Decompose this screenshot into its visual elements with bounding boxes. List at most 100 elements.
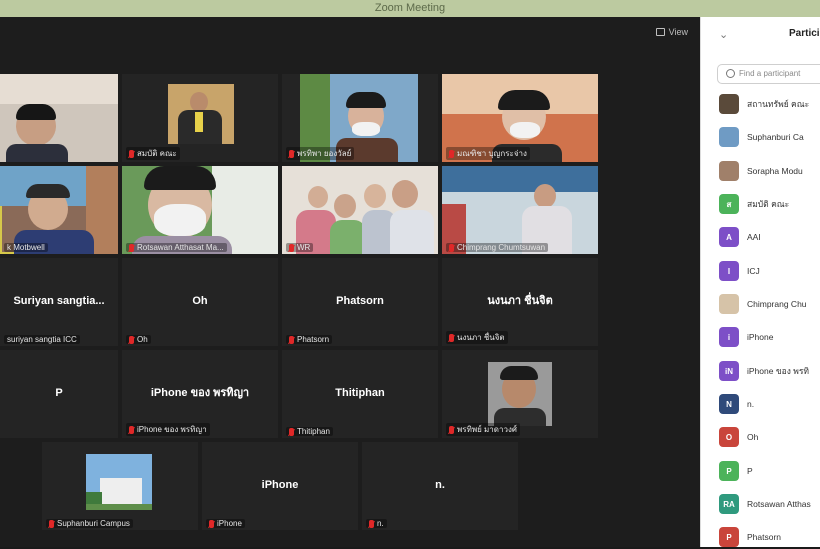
participant-shirt <box>6 144 68 162</box>
participant-hair <box>26 184 70 198</box>
participant-row[interactable]: สถานทรัพย์ คณะ <box>719 92 820 116</box>
group-member-face <box>392 180 418 208</box>
participant-avatar: RA <box>719 494 739 514</box>
muted-mic-icon <box>289 427 294 436</box>
participant-hair <box>346 92 386 108</box>
face-mask <box>510 122 540 138</box>
participant-face <box>190 92 208 112</box>
participant-display-name: Suriyan sangtia... <box>13 294 105 307</box>
participant-name-label: พรทิพย์ มาดาวงศ์ <box>446 423 520 436</box>
video-tile-camera-off[interactable]: Thitiphan Thitiphan <box>282 350 438 438</box>
participant-avatar-photo <box>719 161 739 181</box>
group-member-face <box>308 186 328 208</box>
video-tile-camera-off[interactable]: นงนภา ชื่นจิต นงนภา ชื่นจิต <box>442 258 598 346</box>
participant-display-name: iPhone ของ พรทิญา <box>150 387 250 400</box>
group-member-shirt <box>330 220 366 254</box>
participant-avatar: P <box>719 527 739 547</box>
muted-mic-icon <box>209 519 214 528</box>
participant-name-label: iPhone ของ พรทิญา <box>126 423 210 436</box>
video-tile-camera-off[interactable]: Phatsorn Phatsorn <box>282 258 438 346</box>
participant-hair <box>500 366 538 380</box>
muted-mic-icon <box>289 335 294 344</box>
muted-mic-icon <box>129 425 134 434</box>
video-tile[interactable]: Chimprang Chumtsuwan <box>442 166 598 254</box>
muted-mic-icon <box>449 425 454 434</box>
participant-avatar-photo <box>719 127 739 147</box>
yellow-tie <box>195 112 203 132</box>
participant-row[interactable]: Suphanburi Ca <box>719 125 820 149</box>
muted-mic-icon <box>449 149 454 158</box>
participant-row[interactable]: Sorapha Modu <box>719 159 820 183</box>
participant-row[interactable]: i iPhone <box>719 325 820 349</box>
campus-building <box>100 478 142 504</box>
participant-name-label: n. <box>366 519 387 528</box>
video-tile[interactable]: Rotsawan Atthasat Ma... <box>122 166 278 254</box>
participant-name-label: Phatsorn <box>286 335 333 344</box>
participant-avatar: i <box>719 327 739 347</box>
participant-display-name: Thitiphan <box>335 386 385 399</box>
ceiling-background <box>0 74 118 104</box>
participant-display-name: Phatsorn <box>336 294 384 307</box>
video-tile[interactable]: WR <box>282 166 438 254</box>
video-tile[interactable] <box>0 74 118 162</box>
participant-name-label: Suphanburi Campus <box>46 519 133 528</box>
participant-row[interactable]: Chimprang Chu <box>719 292 820 316</box>
video-gallery: View สมบัติ คณะ พรทิพา ยองวัลย์ มณฑิชา บ… <box>0 17 700 547</box>
participant-row[interactable]: N n. <box>719 392 820 416</box>
video-tile-camera-off[interactable]: Oh Oh <box>122 258 278 346</box>
search-placeholder: Find a participant <box>739 69 801 78</box>
participant-row[interactable]: A AAI <box>719 225 820 249</box>
video-tile-active-speaker[interactable]: k Motbwell <box>0 166 118 254</box>
participant-display-name: นงนภา ชื่นจิต <box>487 295 553 308</box>
participant-face <box>534 184 556 208</box>
window-title: Zoom Meeting <box>374 2 446 14</box>
participant-avatar: ส <box>719 194 739 214</box>
participant-row[interactable]: ส สมบัติ คณะ <box>719 192 820 216</box>
search-icon <box>726 69 735 78</box>
participant-name-label: k Motbwell <box>4 243 48 252</box>
participant-avatar: A <box>719 227 739 247</box>
participant-name-label: suriyan sangtia ICC <box>4 335 80 344</box>
video-tile[interactable]: สมบัติ คณะ <box>122 74 278 162</box>
participant-display-name: iPhone <box>261 478 299 491</box>
view-button[interactable]: View <box>655 27 688 37</box>
participant-search-input[interactable]: Find a participant <box>717 64 820 84</box>
participants-title: Partici <box>789 28 820 39</box>
participant-name-label: พรทิพา ยองวัลย์ <box>286 147 355 160</box>
participant-row[interactable]: P P <box>719 459 820 483</box>
participant-row[interactable]: iN iPhone ของ พรทิ <box>719 359 820 383</box>
video-tile[interactable]: Suphanburi Campus <box>42 442 198 530</box>
group-member-face <box>364 184 386 208</box>
participant-name-label: Thitiphan <box>286 427 333 436</box>
participant-name-label: iPhone <box>206 519 245 528</box>
collapse-chevron-icon[interactable]: ⌄ <box>719 28 728 41</box>
participant-row[interactable]: RA Rotsawan Atthas <box>719 492 820 516</box>
participant-display-name: P <box>55 386 63 399</box>
video-tile-camera-off[interactable]: n. n. <box>362 442 518 530</box>
participant-row[interactable]: O Oh <box>719 425 820 449</box>
video-tile-camera-off[interactable]: P <box>0 350 118 438</box>
view-button-label: View <box>668 27 688 37</box>
participant-name-label: สมบัติ คณะ <box>126 147 180 160</box>
participant-hair <box>144 166 216 190</box>
face-mask <box>154 204 206 236</box>
muted-mic-icon <box>289 243 294 252</box>
participant-avatar-photo <box>719 94 739 114</box>
video-tile-camera-off[interactable]: iPhone iPhone <box>202 442 358 530</box>
muted-mic-icon <box>289 149 294 158</box>
participant-name-label: นงนภา ชื่นจิต <box>446 331 508 344</box>
participant-row[interactable]: P Phatsorn <box>719 525 820 549</box>
video-tile[interactable]: พรทิพา ยองวัลย์ <box>282 74 438 162</box>
participant-display-name: n. <box>435 478 445 491</box>
video-tile[interactable]: มณฑิชา บุญกระจ่าง <box>442 74 598 162</box>
video-tile[interactable]: พรทิพย์ มาดาวงศ์ <box>442 350 598 438</box>
muted-mic-icon <box>129 335 134 344</box>
participant-avatar: P <box>719 461 739 481</box>
participant-row[interactable]: I ICJ <box>719 259 820 283</box>
participant-avatar: N <box>719 394 739 414</box>
video-tile-camera-off[interactable]: Suriyan sangtia... suriyan sangtia ICC <box>0 258 118 346</box>
participant-avatar: I <box>719 261 739 281</box>
video-tile-camera-off[interactable]: iPhone ของ พรทิญา iPhone ของ พรทิญา <box>122 350 278 438</box>
face-mask <box>352 122 380 136</box>
participant-name-label: Oh <box>126 335 151 344</box>
